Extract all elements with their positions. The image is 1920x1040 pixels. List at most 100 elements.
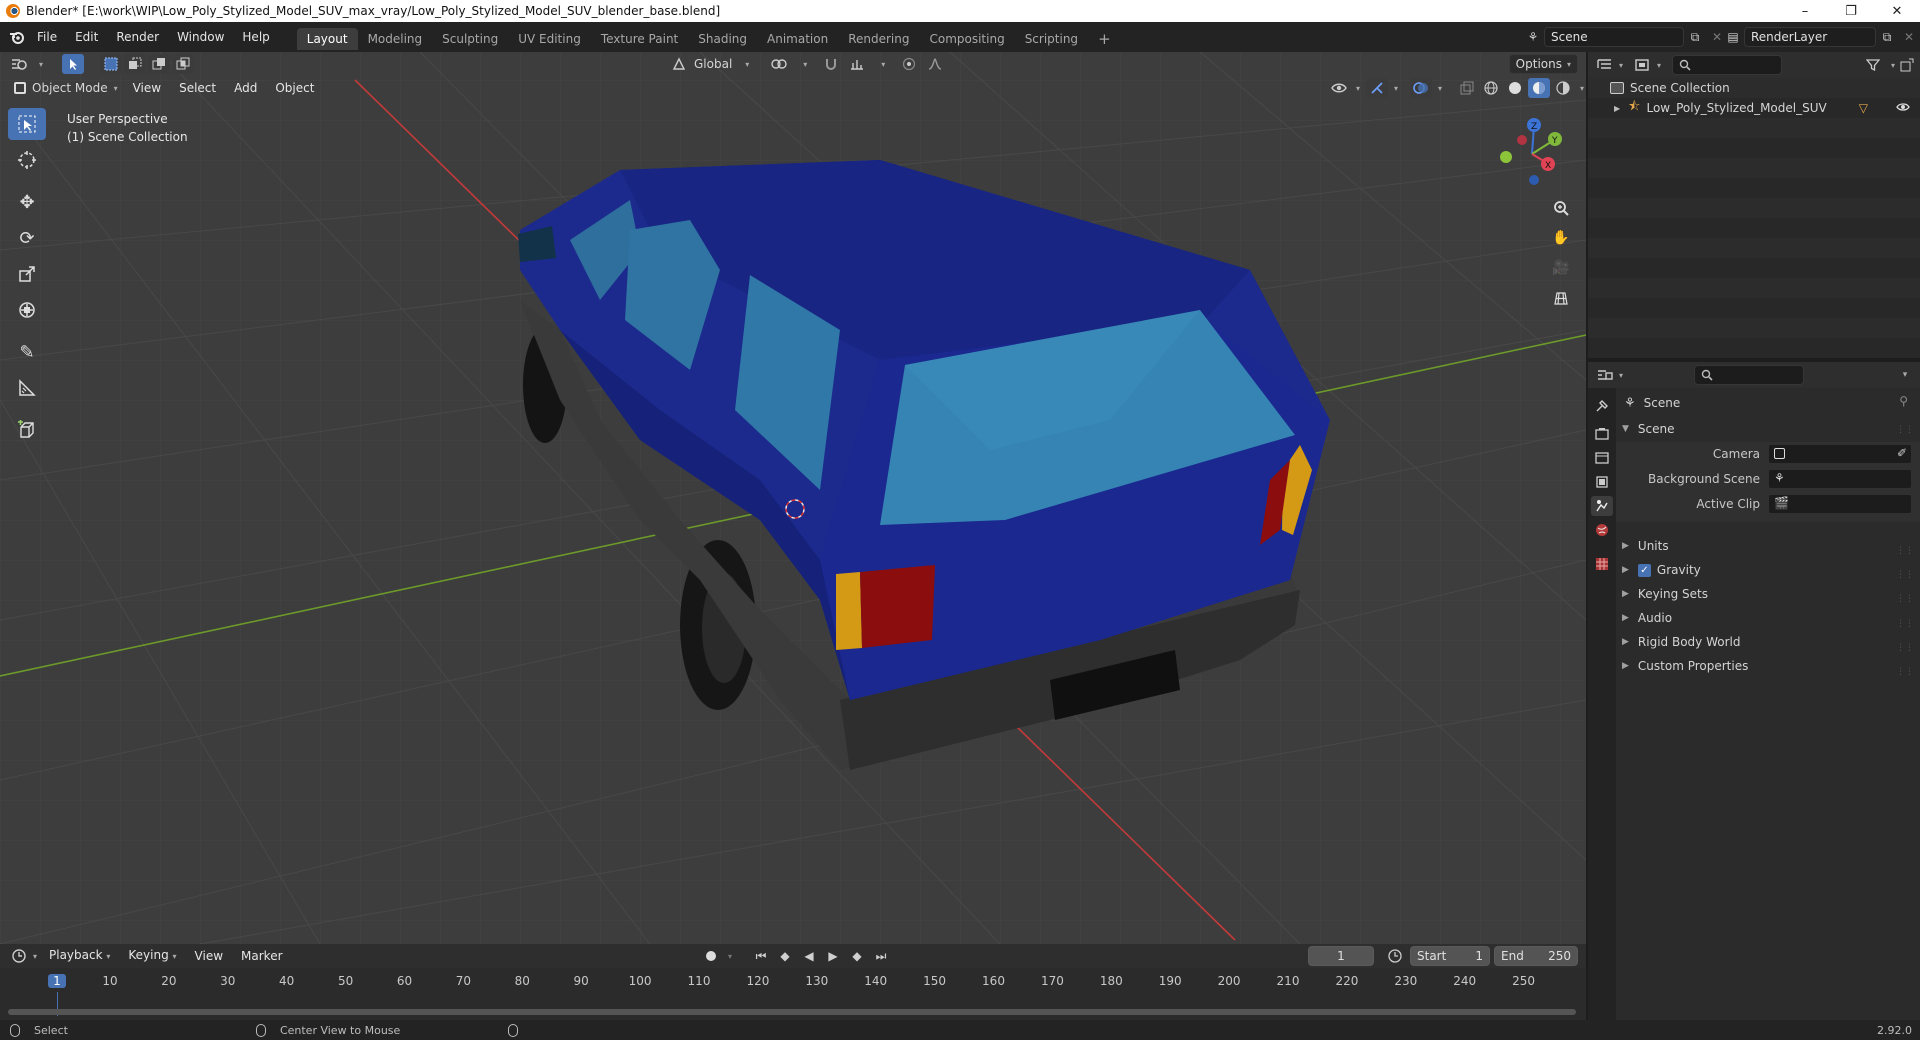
measure-tool-icon[interactable] (8, 372, 46, 404)
select-new-icon[interactable] (100, 54, 122, 74)
snap-icon[interactable] (820, 54, 842, 74)
outliner-row-scene-collection[interactable]: Scene Collection (1588, 78, 1920, 98)
transform-tool-icon[interactable] (8, 294, 46, 326)
shading-wireframe-icon[interactable] (1480, 78, 1502, 98)
camera-field[interactable]: ✐ (1768, 444, 1912, 464)
outliner-editor-type-icon[interactable] (1594, 55, 1616, 75)
timeline-scrollbar[interactable] (8, 1009, 1576, 1015)
annotate-tool-icon[interactable]: ✎ (8, 336, 46, 368)
camera-view-icon[interactable]: 🎥 (1547, 254, 1575, 282)
add-cube-tool-icon[interactable] (8, 414, 46, 446)
maximize-button[interactable]: ❐ (1828, 0, 1874, 22)
falloff-icon[interactable] (924, 54, 946, 74)
menu-file[interactable]: File (28, 22, 66, 52)
pivot-point-icon[interactable] (768, 54, 790, 74)
timeline-menu-view[interactable]: View (186, 944, 232, 968)
shading-solid-icon[interactable] (1504, 78, 1526, 98)
overlays-toggle-icon[interactable] (1410, 78, 1432, 98)
menu-window[interactable]: Window (168, 22, 233, 52)
timeline-menu-playback[interactable]: Playback ▾ (40, 943, 119, 969)
jump-end-icon[interactable]: ⏭ (870, 946, 892, 966)
units-panel-header[interactable]: ▶ Units (1622, 535, 1669, 557)
timeline-editor-type-icon[interactable] (8, 946, 30, 966)
tool-tab-icon[interactable] (1591, 396, 1613, 416)
scene-name-field[interactable]: Scene (1544, 27, 1684, 47)
transform-orientation-icon[interactable] (668, 54, 690, 74)
options-button[interactable]: Options ▾ (1508, 54, 1578, 74)
scene-selector-icon[interactable]: ⚘ (1522, 27, 1544, 47)
end-frame-field[interactable]: End 250 (1494, 946, 1578, 966)
menu-help[interactable]: Help (233, 22, 278, 52)
transform-orientation-label[interactable]: Global (694, 57, 732, 71)
tab-layout[interactable]: Layout (296, 28, 358, 50)
current-frame-field[interactable]: 1 (1308, 946, 1374, 966)
snap-increment-icon[interactable] (846, 54, 868, 74)
viewport-menu-view[interactable]: View (124, 76, 170, 100)
select-extend-icon[interactable] (124, 54, 146, 74)
gravity-checkbox[interactable]: ✓ (1637, 563, 1651, 577)
cursor-tool-icon[interactable] (8, 144, 46, 176)
pan-hand-icon[interactable]: ✋ (1547, 224, 1575, 252)
pivot-dropdown-icon[interactable]: ▾ (794, 54, 816, 74)
view-layer-tab-icon[interactable] (1591, 472, 1613, 492)
tab-scripting[interactable]: Scripting (1015, 28, 1088, 50)
shading-material-icon[interactable] (1528, 78, 1550, 98)
world-tab-icon[interactable] (1591, 520, 1613, 540)
background-scene-field[interactable]: ⚘ (1768, 469, 1912, 489)
audio-panel-header[interactable]: ▶ Audio (1622, 607, 1672, 629)
outliner-editor-dropdown-icon[interactable]: ▾ (1616, 55, 1626, 75)
custom-properties-panel-header[interactable]: ▶ Custom Properties (1622, 655, 1748, 677)
tab-rendering[interactable]: Rendering (838, 28, 919, 50)
new-scene-icon[interactable]: ⧉ (1684, 27, 1706, 47)
overlays-dropdown-icon[interactable]: ▾ (1434, 78, 1446, 98)
menu-render[interactable]: Render (107, 22, 168, 52)
rigid-body-world-panel-header[interactable]: ▶ Rigid Body World (1622, 631, 1740, 653)
orientation-dropdown-icon[interactable]: ▾ (736, 54, 758, 74)
move-tool-icon[interactable]: ✥ (8, 186, 46, 218)
keying-sets-panel-header[interactable]: ▶ Keying Sets (1622, 583, 1708, 605)
tab-shading[interactable]: Shading (688, 28, 757, 50)
zoom-icon[interactable] (1547, 194, 1575, 222)
visibility-dropdown-icon[interactable]: ▾ (1352, 78, 1364, 98)
select-subtract-icon[interactable] (148, 54, 170, 74)
mode-selector[interactable]: Object Mode ▾ (8, 78, 124, 98)
viewport-menu-select[interactable]: Select (170, 76, 225, 100)
gravity-panel-header[interactable]: ▶ ✓ Gravity (1622, 559, 1701, 581)
scene-tab-icon[interactable] (1591, 496, 1613, 516)
shading-dropdown-icon[interactable]: ▾ (1576, 78, 1588, 98)
play-icon[interactable]: ▶ (822, 946, 844, 966)
snap-dropdown-icon[interactable]: ▾ (872, 54, 894, 74)
jump-start-icon[interactable]: ⏮ (750, 946, 772, 966)
tab-uv-editing[interactable]: UV Editing (508, 28, 591, 50)
active-clip-field[interactable]: 🎬 (1768, 494, 1912, 514)
timeline-menu-marker[interactable]: Marker (232, 944, 291, 968)
menu-edit[interactable]: Edit (66, 22, 107, 52)
gizmo-dropdown-icon[interactable]: ▾ (1390, 78, 1402, 98)
editor-type-dropdown-icon[interactable]: ▾ (30, 54, 52, 74)
minimize-button[interactable]: – (1782, 0, 1828, 22)
record-dropdown-icon[interactable]: ▾ (724, 946, 736, 966)
navigation-gizmo[interactable]: Z Y X (1492, 112, 1572, 192)
outliner-row-object[interactable]: ▶ ⯪ Low_Poly_Stylized_Model_SUV ▽ (1588, 98, 1920, 118)
rotate-tool-icon[interactable]: ⟳ (8, 222, 46, 254)
properties-editor-dropdown-icon[interactable]: ▾ (1616, 365, 1626, 385)
add-workspace-button[interactable]: + (1088, 28, 1121, 50)
tab-modeling[interactable]: Modeling (358, 28, 433, 50)
select-box-tool-icon[interactable] (8, 108, 46, 140)
close-button[interactable]: ✕ (1874, 0, 1920, 22)
timeline-menu-keying[interactable]: Keying ▾ (119, 943, 185, 969)
view-layer-field[interactable]: RenderLayer (1744, 27, 1876, 47)
start-frame-field[interactable]: Start 1 (1410, 946, 1490, 966)
tab-texture-paint[interactable]: Texture Paint (591, 28, 688, 50)
tab-compositing[interactable]: Compositing (919, 28, 1014, 50)
proportional-edit-icon[interactable] (898, 54, 920, 74)
texture-tab-icon[interactable] (1591, 554, 1613, 574)
properties-options-dropdown-icon[interactable]: ▾ (1894, 365, 1916, 385)
editor-type-icon[interactable] (8, 54, 30, 74)
preview-range-icon[interactable] (1384, 946, 1406, 966)
select-mode-icon[interactable] (62, 54, 84, 74)
properties-search-input[interactable] (1694, 365, 1804, 385)
scale-tool-icon[interactable] (8, 258, 46, 290)
select-intersect-icon[interactable] (172, 54, 194, 74)
pin-icon[interactable]: ⚲ (1899, 394, 1908, 408)
